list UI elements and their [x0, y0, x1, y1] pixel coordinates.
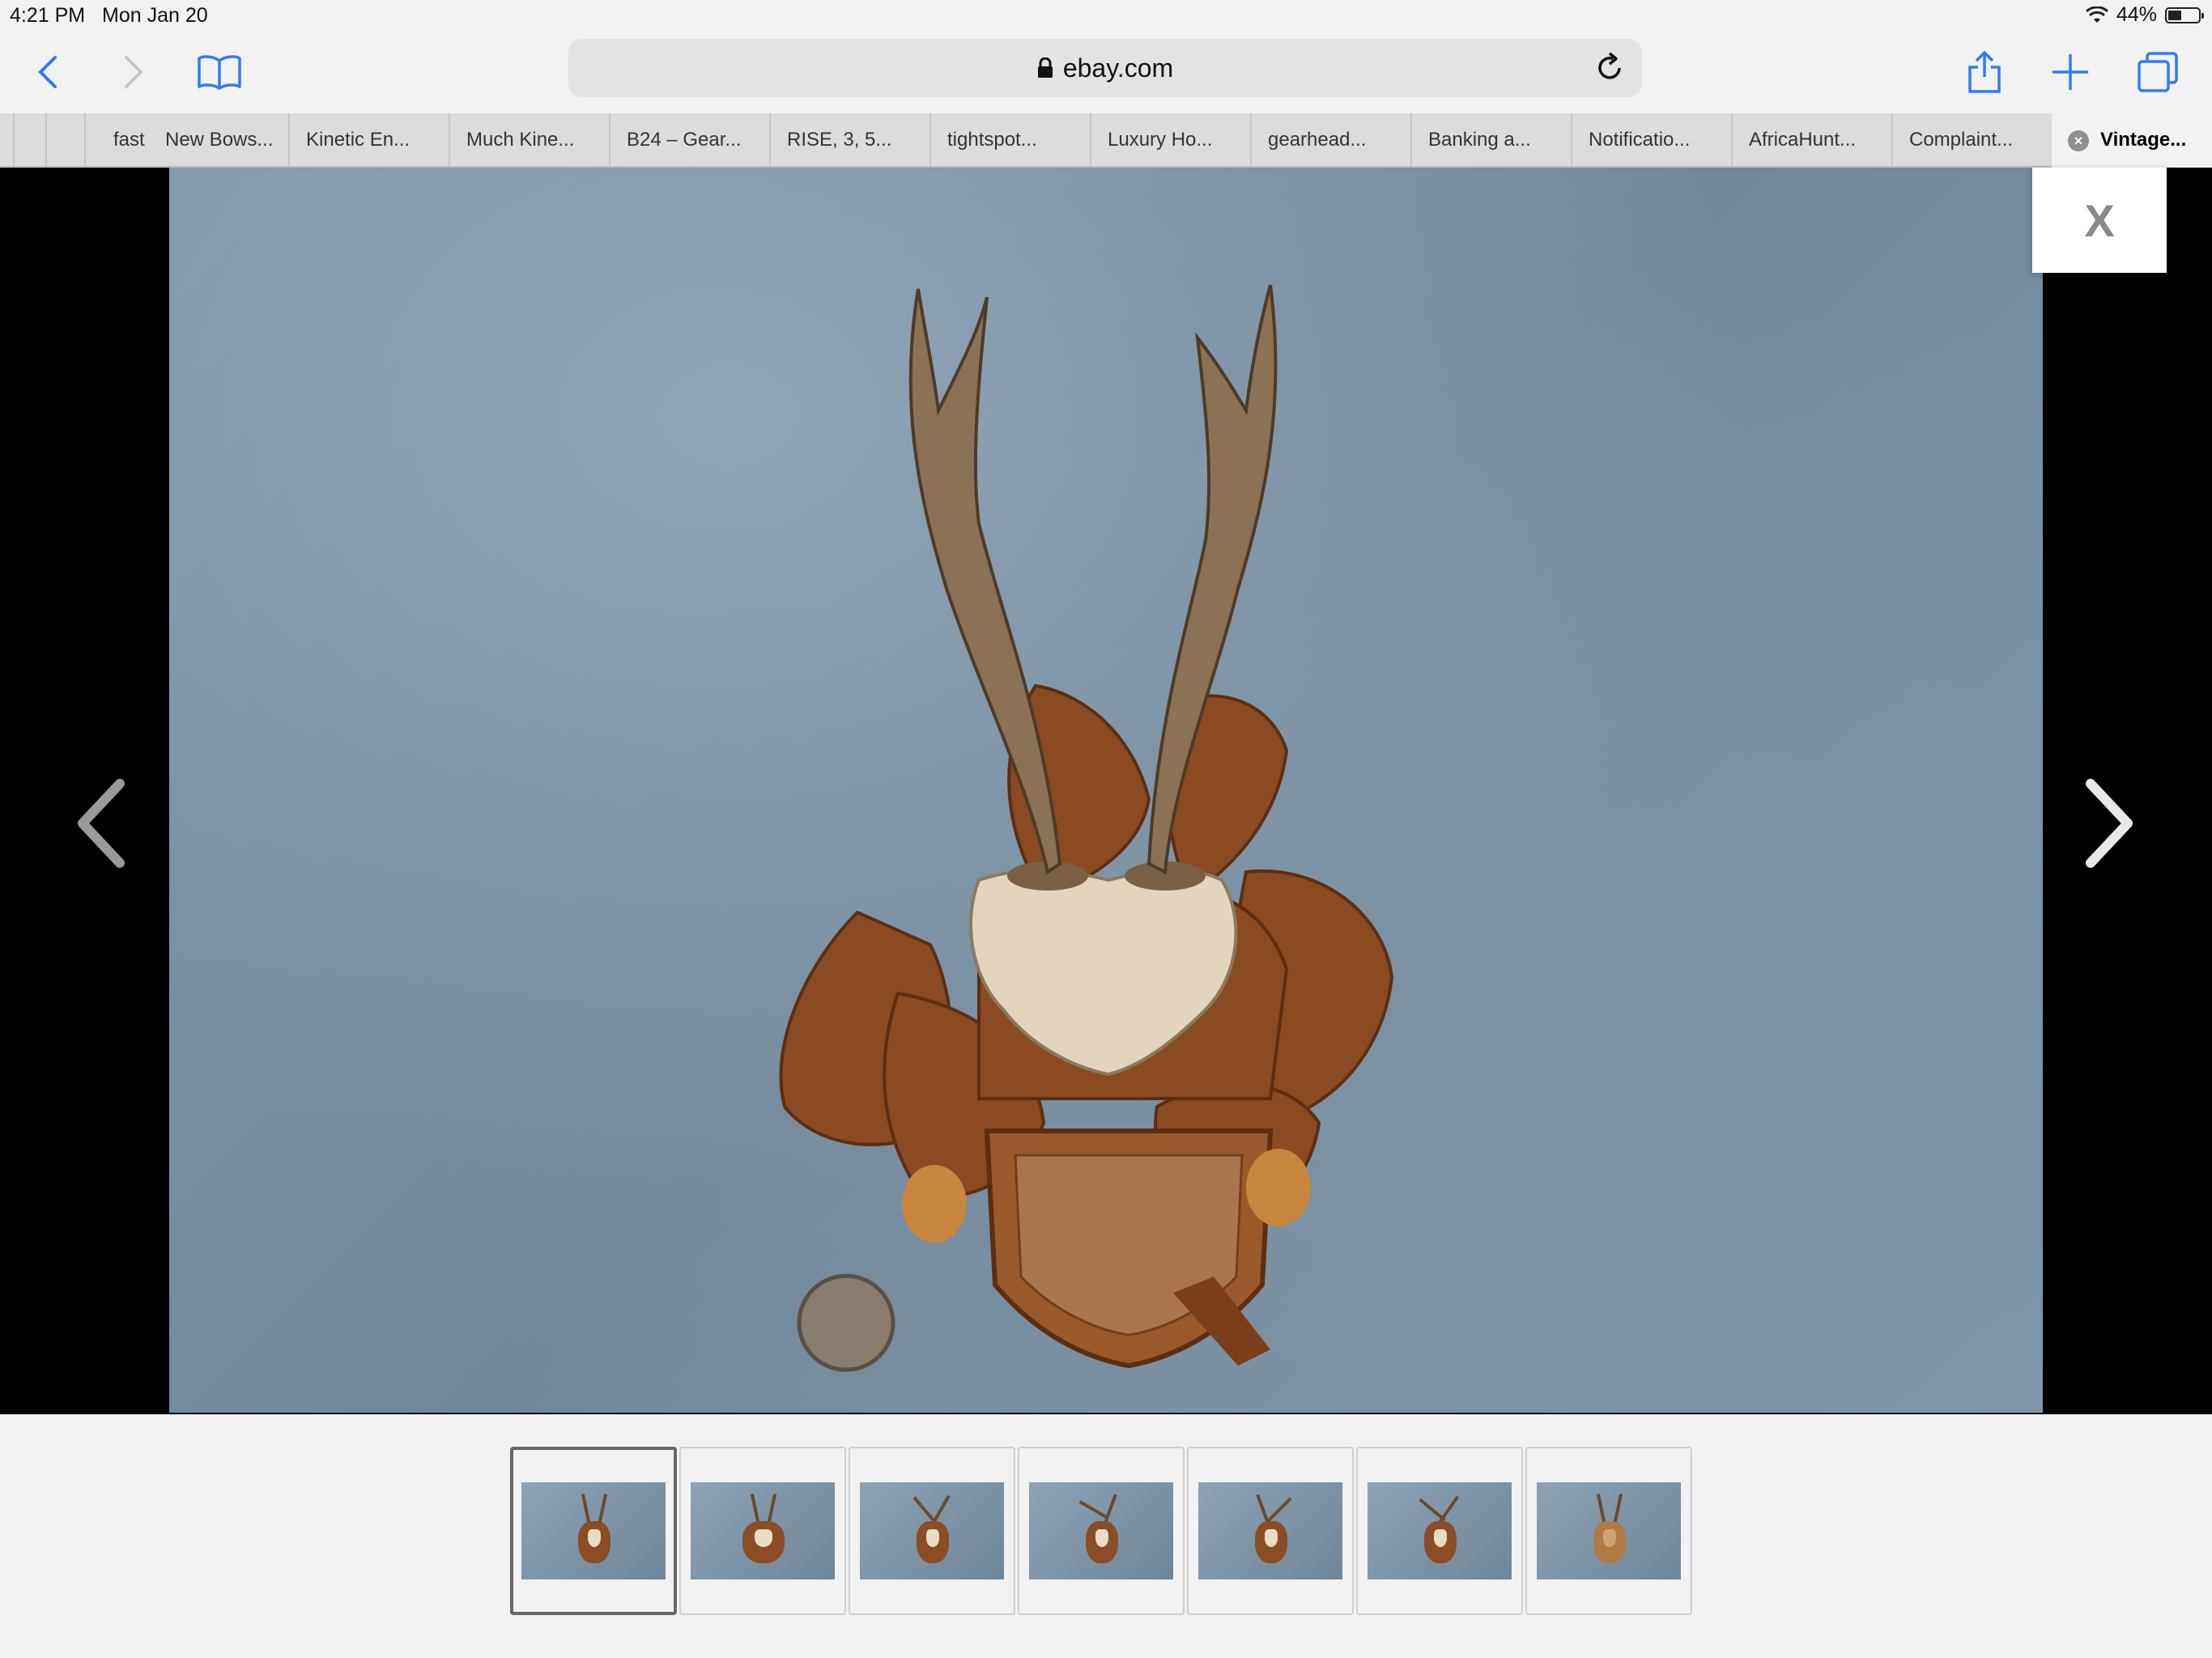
address-bar[interactable]: ebay.com	[568, 39, 1642, 97]
thumbnail[interactable]	[1187, 1447, 1354, 1615]
tab[interactable]: RISE, 3, 5...	[769, 113, 929, 166]
url-text: ebay.com	[1062, 53, 1174, 83]
lock-icon	[1037, 57, 1053, 78]
forward-button[interactable]	[105, 44, 162, 100]
antler-mount-illustration	[779, 284, 1394, 1372]
battery-icon	[2165, 6, 2204, 23]
status-date: Mon Jan 20	[102, 4, 208, 27]
tab[interactable]: fast	[84, 113, 149, 166]
thumbnail[interactable]	[1356, 1447, 1523, 1615]
thumbnail-image	[521, 1482, 666, 1579]
share-button[interactable]	[1956, 44, 2013, 100]
book-icon	[198, 55, 241, 90]
thumbnail-image	[691, 1482, 835, 1579]
chevron-right-icon	[125, 56, 143, 88]
next-image-button[interactable]	[2073, 771, 2146, 876]
thumbnail[interactable]	[1018, 1447, 1185, 1615]
tabs-icon	[2138, 52, 2178, 92]
thumbnail-image	[1198, 1482, 1342, 1579]
tab[interactable]	[45, 113, 84, 166]
thumbnail[interactable]	[679, 1447, 846, 1615]
chevron-right-icon	[2086, 779, 2133, 868]
tab-active[interactable]: × Vintage...	[2052, 113, 2212, 168]
reload-icon[interactable]	[1595, 52, 1624, 83]
previous-image-button[interactable]	[65, 771, 138, 876]
new-tab-button[interactable]	[2042, 44, 2099, 100]
tab[interactable]: Complaint...	[1891, 113, 2052, 166]
image-viewer	[0, 168, 2212, 1414]
thumbnail-image	[1537, 1482, 1681, 1579]
battery-percent: 44%	[2116, 3, 2157, 26]
close-viewer-button[interactable]: X	[2032, 168, 2167, 273]
status-bar: 4:21 PM Mon Jan 20 44%	[0, 0, 2212, 32]
share-icon	[1968, 50, 2001, 93]
tab[interactable]: Much Kine...	[449, 113, 609, 166]
tab[interactable]: gearhead...	[1250, 113, 1410, 166]
tab[interactable]: New Bows...	[149, 113, 288, 166]
close-tab-icon[interactable]: ×	[2068, 130, 2089, 151]
tab[interactable]: AfricaHunt...	[1731, 113, 1891, 166]
tab[interactable]	[13, 113, 45, 166]
tab[interactable]: B24 – Gear...	[609, 113, 769, 166]
status-right: 44%	[2085, 3, 2204, 27]
thumbnail[interactable]	[510, 1447, 677, 1615]
close-label: X	[2084, 194, 2115, 246]
tab[interactable]: tightspot...	[929, 113, 1090, 166]
thumbnail-image	[1368, 1482, 1512, 1579]
tab[interactable]: Luxury Ho...	[1090, 113, 1250, 166]
product-photo	[169, 168, 2043, 1413]
tab-bar: fast New Bows... Kinetic En... Much Kine…	[0, 113, 2212, 168]
thumbnail-strip	[510, 1447, 1695, 1618]
tab[interactable]: Notificatio...	[1571, 113, 1731, 166]
chevron-left-icon	[78, 779, 125, 868]
thumbnail[interactable]	[1525, 1447, 1692, 1615]
tab[interactable]: Kinetic En...	[288, 113, 449, 166]
tab[interactable]: Banking a...	[1410, 113, 1571, 166]
thumbnail-image	[1029, 1482, 1173, 1579]
chevron-left-icon	[38, 56, 57, 88]
browser-toolbar: ebay.com	[0, 32, 2212, 113]
wifi-icon	[2085, 6, 2108, 23]
thumbnail-image	[860, 1482, 1004, 1579]
bookmarks-button[interactable]	[191, 44, 248, 100]
back-button[interactable]	[19, 44, 76, 100]
thumbnail[interactable]	[849, 1447, 1015, 1615]
status-time: 4:21 PM	[10, 4, 86, 27]
tabs-overview-button[interactable]	[2129, 44, 2186, 100]
plus-icon	[2052, 54, 2088, 90]
